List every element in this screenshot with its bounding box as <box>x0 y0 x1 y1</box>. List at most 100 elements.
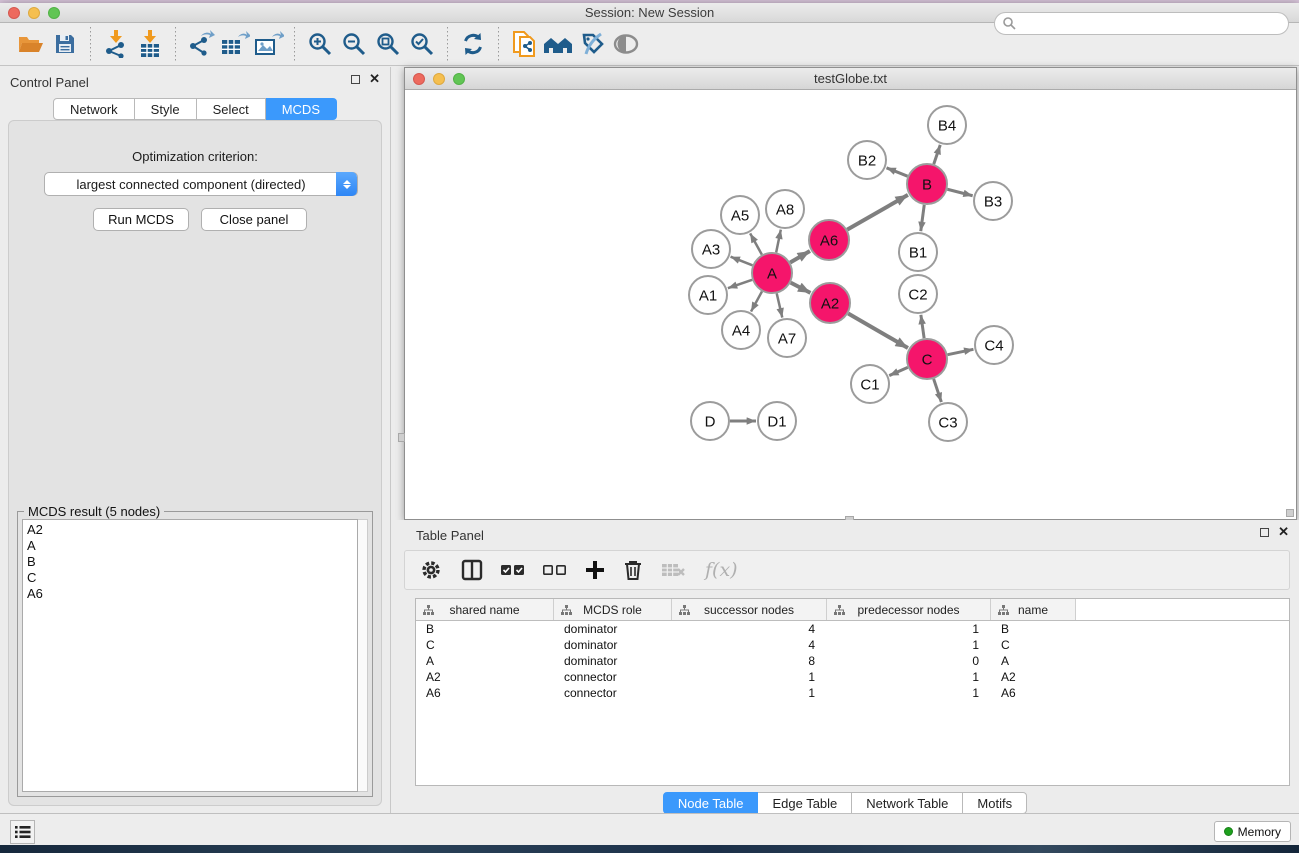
export-network-icon[interactable] <box>184 28 218 60</box>
graph-edge-A-A1[interactable] <box>728 280 752 288</box>
column-header-MCDS-role[interactable]: MCDS role <box>554 599 672 620</box>
memory-button[interactable]: Memory <box>1214 821 1291 842</box>
graph-node-A8[interactable]: A8 <box>766 190 804 228</box>
graph-node-C2[interactable]: C2 <box>899 275 937 313</box>
mcds-result-list[interactable]: A2ABCA6 <box>22 519 358 792</box>
mcds-result-scrollbar[interactable] <box>358 519 368 792</box>
graph-node-A5[interactable]: A5 <box>721 196 759 234</box>
close-table-panel-icon[interactable]: ✕ <box>1278 527 1289 537</box>
tab-mcds[interactable]: MCDS <box>266 98 337 120</box>
criterion-select[interactable]: largest connected component (directed) <box>44 172 358 196</box>
graph-node-A1[interactable]: A1 <box>689 276 727 314</box>
graph-node-C1[interactable]: C1 <box>851 365 889 403</box>
tab-style[interactable]: Style <box>135 98 197 120</box>
float-table-panel-icon[interactable] <box>1260 528 1269 537</box>
refresh-view-icon[interactable] <box>456 28 490 60</box>
mcds-result-item[interactable]: A6 <box>27 586 357 602</box>
table-row[interactable]: Bdominator41B <box>416 621 1289 637</box>
tab-network-table[interactable]: Network Table <box>852 792 963 814</box>
graph-edge-A-A4[interactable] <box>751 291 762 311</box>
graph-node-B1[interactable]: B1 <box>899 233 937 271</box>
deselect-all-icon[interactable] <box>543 563 567 577</box>
window-resize-handle[interactable] <box>1286 509 1294 517</box>
table-row[interactable]: Cdominator41C <box>416 637 1289 653</box>
table-row[interactable]: A2connector11A2 <box>416 669 1289 685</box>
tab-select[interactable]: Select <box>197 98 266 120</box>
column-header-predecessor-nodes[interactable]: predecessor nodes <box>827 599 991 620</box>
mcds-result-item[interactable]: A2 <box>27 522 357 538</box>
graph-edge-B-B1[interactable] <box>921 205 924 231</box>
graph-edge-C-C2[interactable] <box>921 315 924 338</box>
export-table-icon[interactable] <box>218 28 252 60</box>
graph-edge-A-A6[interactable] <box>790 251 810 262</box>
graph-node-D1[interactable]: D1 <box>758 402 796 440</box>
show-graphics-details-icon[interactable] <box>609 28 643 60</box>
tab-network[interactable]: Network <box>53 98 135 120</box>
graph-edge-A-A3[interactable] <box>731 257 753 266</box>
tab-edge-table[interactable]: Edge Table <box>758 792 852 814</box>
table-row[interactable]: A6connector11A6 <box>416 685 1289 701</box>
zoom-in-icon[interactable] <box>303 28 337 60</box>
graph-node-A4[interactable]: A4 <box>722 311 760 349</box>
graph-node-B2[interactable]: B2 <box>848 141 886 179</box>
graph-edge-C-C1[interactable] <box>889 367 908 375</box>
hide-labels-icon[interactable] <box>575 28 609 60</box>
network-window-titlebar[interactable]: testGlobe.txt <box>405 68 1296 90</box>
home-layout-icon[interactable] <box>541 28 575 60</box>
copy-view-icon[interactable] <box>507 28 541 60</box>
search-input[interactable] <box>1017 17 1288 31</box>
graph-edge-A-A2[interactable] <box>791 283 811 293</box>
graph-edge-A-A5[interactable] <box>750 233 762 254</box>
graph-edge-A-A8[interactable] <box>776 230 781 253</box>
column-header-shared-name[interactable]: shared name <box>416 599 554 620</box>
graph-node-A3[interactable]: A3 <box>692 230 730 268</box>
graph-node-A[interactable]: A <box>752 253 792 293</box>
tab-node-table[interactable]: Node Table <box>663 792 759 814</box>
select-all-icon[interactable] <box>501 563 525 577</box>
zoom-selected-icon[interactable] <box>405 28 439 60</box>
zoom-out-icon[interactable] <box>337 28 371 60</box>
graph-edge-B-B3[interactable] <box>947 189 972 196</box>
column-header-name[interactable]: name <box>991 599 1076 620</box>
graph-edge-A2-C[interactable] <box>848 313 908 348</box>
table-settings-icon[interactable] <box>419 558 443 582</box>
open-file-icon[interactable] <box>14 28 48 60</box>
save-session-icon[interactable] <box>48 28 82 60</box>
import-table-icon[interactable] <box>133 28 167 60</box>
graph-node-A2[interactable]: A2 <box>810 283 850 323</box>
graph-edge-C-C3[interactable] <box>934 379 942 402</box>
task-history-button[interactable] <box>10 820 35 844</box>
float-panel-icon[interactable] <box>351 75 360 84</box>
graph-node-C[interactable]: C <box>907 339 947 379</box>
close-panel-icon[interactable]: ✕ <box>369 74 380 84</box>
graph-node-B3[interactable]: B3 <box>974 182 1012 220</box>
tab-motifs[interactable]: Motifs <box>963 792 1027 814</box>
network-canvas[interactable]: AA1A2A3A4A5A6A7A8BB1B2B3B4CC1C2C3C4DD1 <box>405 90 1296 519</box>
import-network-icon[interactable] <box>99 28 133 60</box>
add-row-icon[interactable] <box>585 560 605 580</box>
graph-node-B4[interactable]: B4 <box>928 106 966 144</box>
graph-node-A7[interactable]: A7 <box>768 319 806 357</box>
graph-node-B[interactable]: B <box>907 164 947 204</box>
graph-edge-B-B2[interactable] <box>886 168 907 176</box>
export-image-icon[interactable] <box>252 28 286 60</box>
mcds-result-item[interactable]: B <box>27 554 357 570</box>
table-row[interactable]: Adominator80A <box>416 653 1289 669</box>
close-panel-button[interactable]: Close panel <box>201 208 307 231</box>
split-columns-icon[interactable] <box>461 559 483 581</box>
vertical-divider-handle[interactable] <box>398 433 405 442</box>
mcds-result-item[interactable]: C <box>27 570 357 586</box>
column-header-successor-nodes[interactable]: successor nodes <box>672 599 827 620</box>
mcds-result-item[interactable]: A <box>27 538 357 554</box>
zoom-fit-icon[interactable] <box>371 28 405 60</box>
node-table[interactable]: shared nameMCDS rolesuccessor nodesprede… <box>415 598 1290 786</box>
graph-edge-A-A7[interactable] <box>777 293 783 317</box>
delete-row-icon[interactable] <box>623 559 643 581</box>
graph-node-A6[interactable]: A6 <box>809 220 849 260</box>
graph-node-C4[interactable]: C4 <box>975 326 1013 364</box>
graph-node-C3[interactable]: C3 <box>929 403 967 441</box>
graph-edge-C-C4[interactable] <box>948 349 974 354</box>
run-mcds-button[interactable]: Run MCDS <box>93 208 189 231</box>
graph-edge-A6-B[interactable] <box>847 195 908 230</box>
graph-edge-B-B4[interactable] <box>934 145 941 164</box>
